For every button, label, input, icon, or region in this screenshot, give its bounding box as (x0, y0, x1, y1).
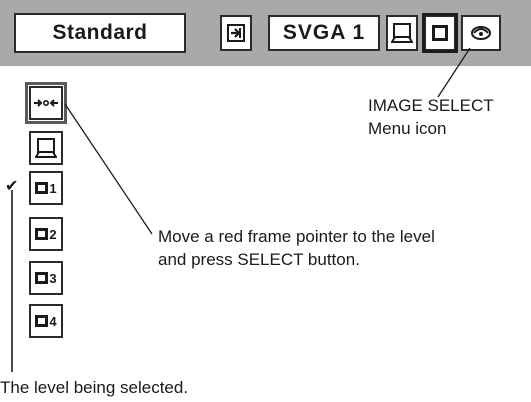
pointer-caption: Move a red frame pointer to the level an… (158, 227, 435, 269)
image-select-leader (437, 47, 471, 98)
level-selected-caption: The level being selected. (0, 378, 189, 397)
leader-lines (11, 47, 471, 372)
image-select-caption: IMAGE SELECT Menu icon (368, 96, 494, 138)
pointer-leader (64, 103, 153, 235)
